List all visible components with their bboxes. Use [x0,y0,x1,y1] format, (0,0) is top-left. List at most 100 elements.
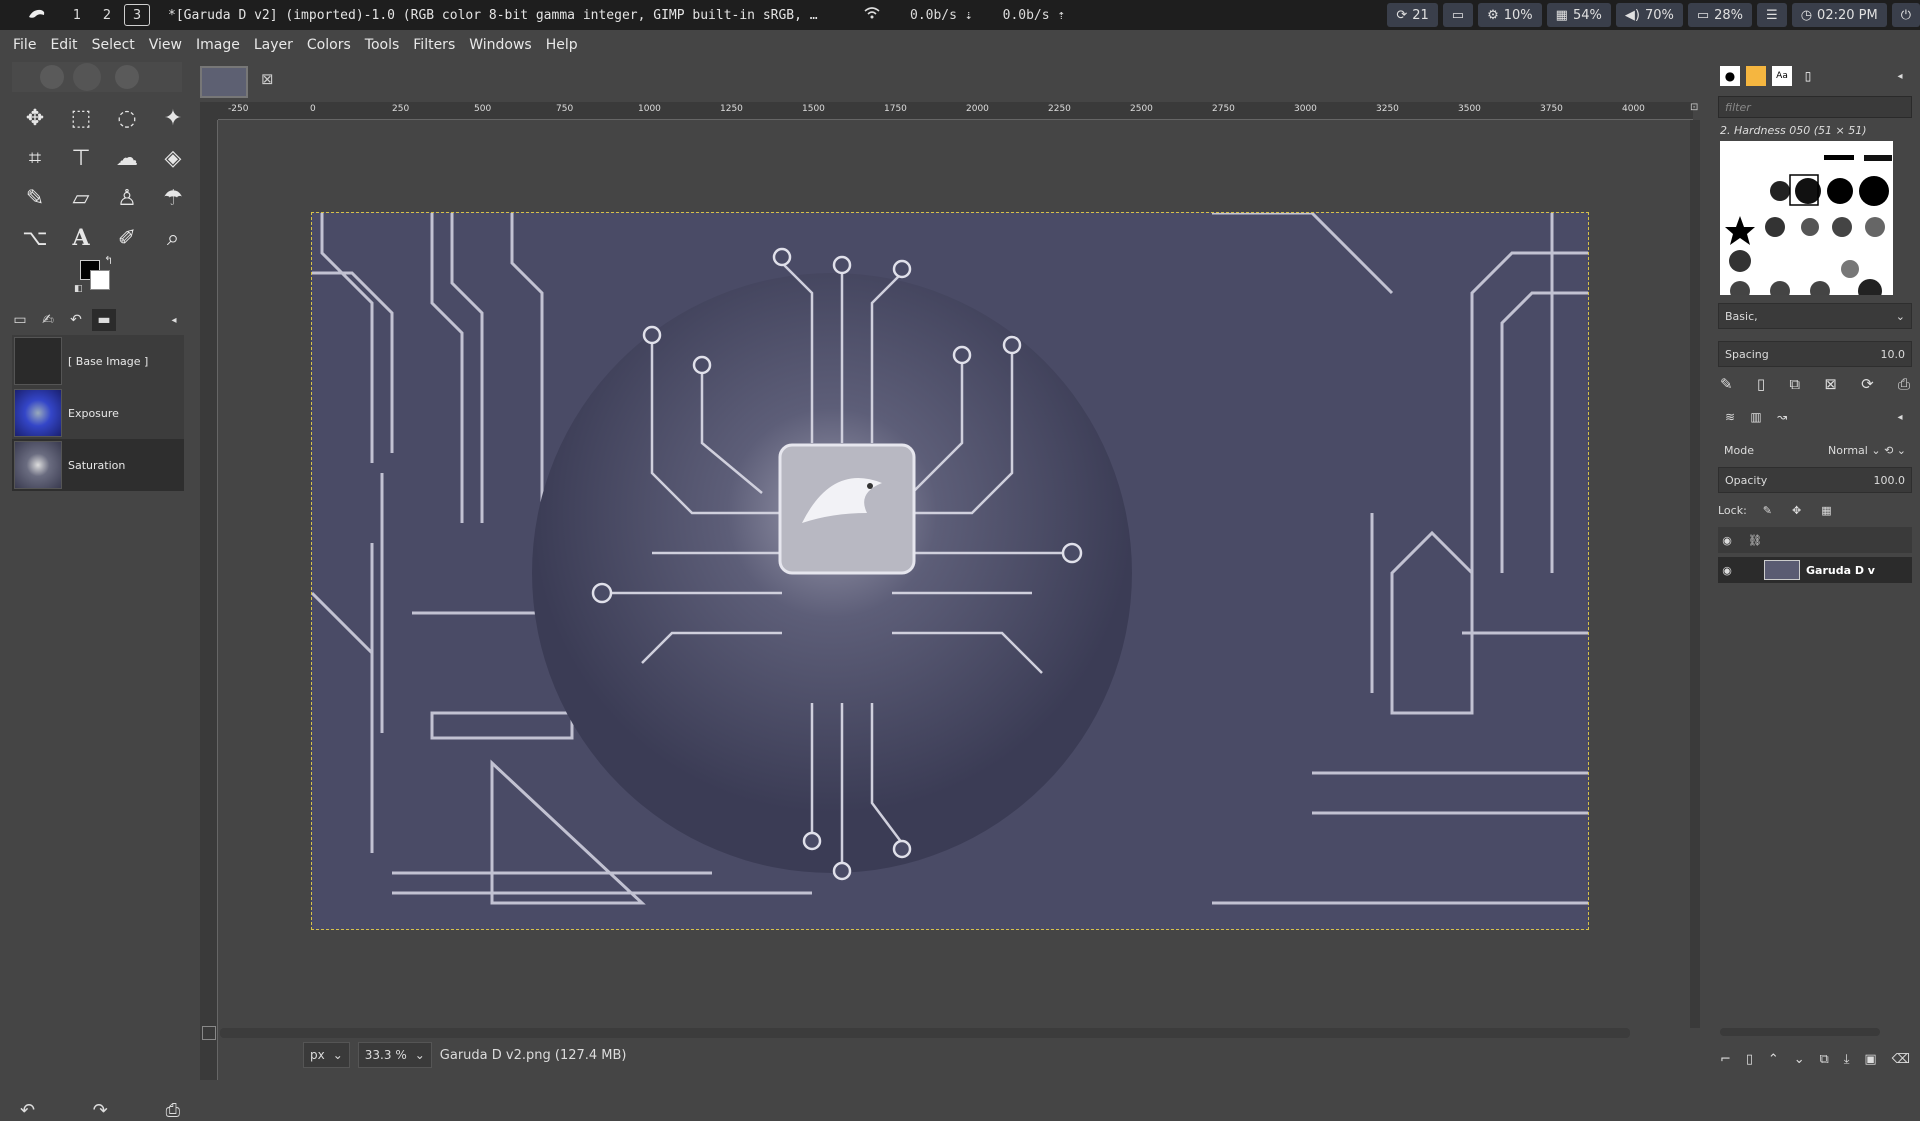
merge-layer-icon[interactable]: ⤓ [1844,1052,1850,1067]
patterns-tab-icon[interactable] [1746,66,1766,86]
updates-pill[interactable]: ⟳ 21 [1387,3,1438,27]
new-layer-icon[interactable]: ▯ [1746,1052,1753,1067]
power-button[interactable]: ⏻ [1891,3,1920,27]
lower-layer-icon[interactable]: ⌄ [1794,1052,1805,1067]
spacing-slider[interactable]: Spacing 10.0 [1718,341,1912,367]
reset-colors-icon[interactable]: ◧ [74,284,83,294]
fuzzy-select-tool-icon[interactable]: ✦ [150,98,196,138]
navigate-icon[interactable]: ⊡ [1690,102,1702,120]
brushes-tab-icon[interactable]: ● [1720,66,1740,86]
paths-tab-icon[interactable]: ↝ [1772,407,1792,427]
image-canvas[interactable] [311,212,1589,930]
lock-pixels-icon[interactable]: ✎ [1763,504,1772,517]
lock-alpha-icon[interactable]: ▦ [1821,504,1831,517]
channels-tab-icon[interactable]: ▥ [1746,407,1766,427]
smudge-tool-icon[interactable]: ☂ [150,178,196,218]
layers-scrollbar[interactable] [1720,1028,1880,1036]
menu-colors[interactable]: Colors [300,37,358,53]
zoom-tool-icon[interactable]: ⌕ [150,218,196,258]
rect-select-tool-icon[interactable]: ⬚ [58,98,104,138]
ruler-corner[interactable] [200,102,218,120]
clear-history-icon[interactable]: ⎙ [166,1100,180,1121]
dock-menu-icon[interactable]: ◂ [1890,407,1910,427]
settings-pill[interactable]: ☰ [1757,3,1787,27]
layer-mode-select[interactable]: Normal ⌄ ⟲ ⌄ [1828,444,1906,457]
duplicate-layer-icon[interactable]: ⧉ [1820,1052,1829,1067]
menu-layer[interactable]: Layer [247,37,300,53]
display-pill[interactable]: ▭ [1442,3,1474,27]
paths-tool-icon[interactable]: ⌥ [12,218,58,258]
edit-brush-icon[interactable]: ✎ [1720,375,1733,393]
dock-menu-icon[interactable]: ◂ [1890,66,1910,86]
menu-windows[interactable]: Windows [462,37,539,53]
scrollbar-thumb[interactable] [220,1028,1630,1038]
opacity-slider[interactable]: Opacity 100.0 [1718,467,1912,493]
menu-select[interactable]: Select [85,37,142,53]
lasso-tool-icon[interactable]: ◌ [104,98,150,138]
workspace-3[interactable]: 3 [124,4,150,26]
cpu-pill[interactable]: ⚙ 10% [1478,3,1542,27]
move-tool-icon[interactable]: ✥ [12,98,58,138]
menu-view[interactable]: View [142,37,189,53]
new-brush-icon[interactable]: ▯ [1757,375,1765,393]
vertical-ruler[interactable] [200,120,218,1080]
menu-edit[interactable]: Edit [43,37,84,53]
eye-icon[interactable]: ◉ [1718,564,1736,577]
duplicate-brush-icon[interactable]: ⧉ [1789,375,1800,393]
vertical-scrollbar[interactable] [1690,120,1700,1028]
layers-tab-icon[interactable]: ≋ [1720,407,1740,427]
paintbrush-tool-icon[interactable]: ✎ [12,178,58,218]
bucket-fill-tool-icon[interactable]: ◈ [150,138,196,178]
wilber-drop-area[interactable] [12,62,182,92]
device-status-tab-icon[interactable]: ✍ [36,309,60,331]
zoom-select[interactable]: 33.3 % ⌄ [357,1042,432,1068]
brush-filter-input[interactable]: filter [1718,96,1912,118]
memory-pill[interactable]: ▦ 54% [1546,3,1611,27]
redo-icon[interactable]: ↷ [93,1100,108,1121]
refresh-brushes-icon[interactable]: ⟳ [1861,375,1874,393]
raise-layer-icon[interactable]: ⌃ [1768,1052,1779,1067]
volume-pill[interactable]: ◀) 70% [1615,3,1683,27]
fg-bg-colors[interactable]: ↰ ◧ [74,254,126,298]
list-item[interactable]: Exposure [12,387,184,439]
delete-brush-icon[interactable]: ⊠ [1824,375,1837,393]
list-item[interactable]: [ Base Image ] [12,335,184,387]
battery-pill[interactable]: ▭ 28% [1687,3,1753,27]
dock-menu-icon[interactable]: ◂ [162,309,186,331]
clone-tool-icon[interactable]: ♙ [104,178,150,218]
clock-pill[interactable]: ◷ 02:20 PM [1791,3,1887,27]
menu-image[interactable]: Image [189,37,247,53]
transform-tool-icon[interactable]: ⊤ [58,138,104,178]
new-layer-group-icon[interactable]: ⌐ [1720,1052,1731,1067]
menu-filters[interactable]: Filters [406,37,462,53]
image-tab-thumbnail[interactable] [200,66,248,98]
layer-row[interactable]: ◉ Garuda D v [1718,557,1912,583]
list-item[interactable]: Saturation [12,439,184,491]
menu-help[interactable]: Help [539,37,585,53]
lock-position-icon[interactable]: ✥ [1792,504,1801,517]
undo-icon[interactable]: ↶ [20,1100,35,1121]
horizontal-scrollbar[interactable] [220,1028,1695,1040]
horizontal-ruler[interactable]: -250 0 250 500 750 1000 1250 1500 1750 2… [218,102,1693,120]
warp-tool-icon[interactable]: ☁ [104,138,150,178]
unit-select[interactable]: px ⌄ [303,1042,350,1068]
close-icon[interactable]: ⊠ [261,70,274,88]
text-tool-icon[interactable]: A [58,218,104,258]
background-color-swatch[interactable] [90,270,110,290]
brush-preset-select[interactable]: Basic, ⌄ [1718,303,1912,329]
color-picker-tool-icon[interactable]: ✐ [104,218,150,258]
workspace-2[interactable]: 2 [94,4,120,26]
open-as-image-icon[interactable]: ⎙ [1898,375,1910,393]
quick-mask-icon[interactable] [202,1026,216,1040]
workspace-1[interactable]: 1 [64,4,90,26]
fonts-tab-icon[interactable]: Aa [1772,66,1792,86]
mask-layer-icon[interactable]: ▣ [1864,1052,1876,1067]
images-tab-icon[interactable]: ▬ [92,309,116,331]
document-tab-icon[interactable]: ▯ [1798,66,1818,86]
undo-history-tab-icon[interactable]: ↶ [64,309,88,331]
tool-options-tab-icon[interactable]: ▭ [8,309,32,331]
menu-tools[interactable]: Tools [358,37,407,53]
eraser-tool-icon[interactable]: ▱ [58,178,104,218]
brush-grid[interactable] [1720,141,1893,295]
swap-colors-icon[interactable]: ↰ [104,254,113,267]
